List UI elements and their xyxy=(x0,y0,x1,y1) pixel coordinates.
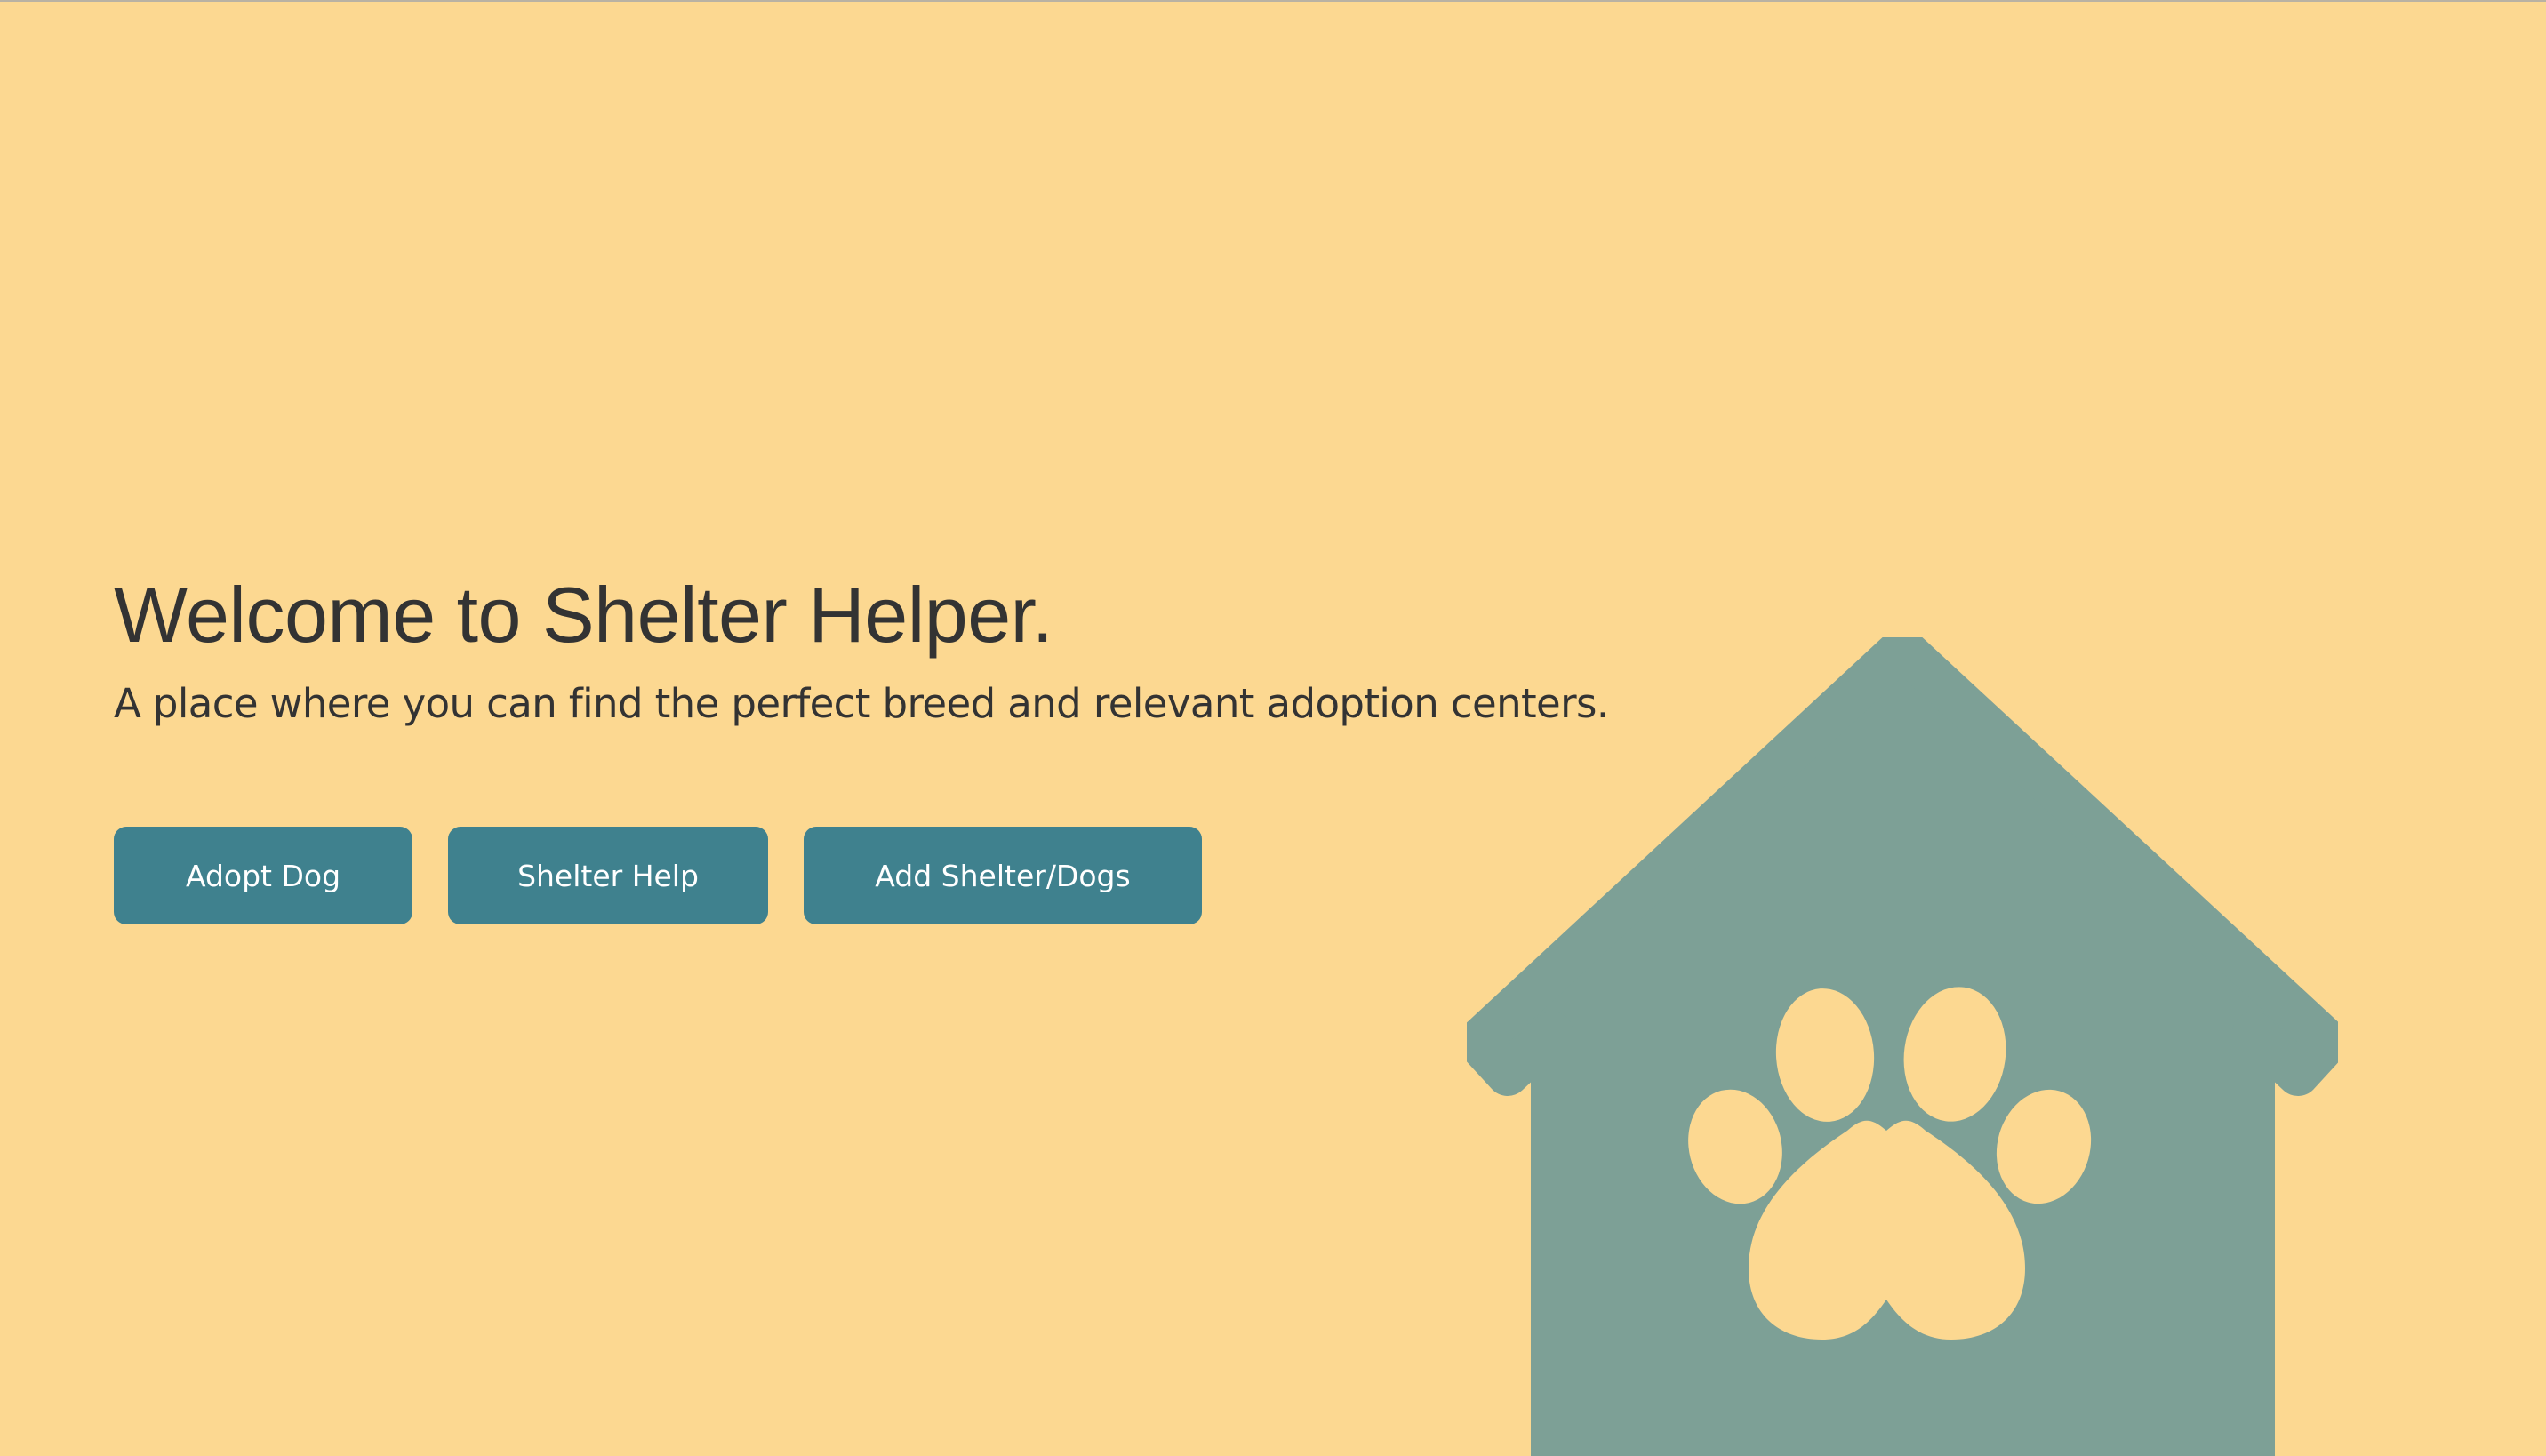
adopt-dog-button[interactable]: Adopt Dog xyxy=(114,827,412,924)
action-buttons: Adopt Dog Shelter Help Add Shelter/Dogs xyxy=(114,827,1202,924)
landing-page: Welcome to Shelter Helper. A place where… xyxy=(0,0,2546,1456)
dog-house-paw-icon xyxy=(1467,637,2338,1456)
shelter-help-button[interactable]: Shelter Help xyxy=(448,827,768,924)
add-shelter-dogs-button[interactable]: Add Shelter/Dogs xyxy=(804,827,1202,924)
